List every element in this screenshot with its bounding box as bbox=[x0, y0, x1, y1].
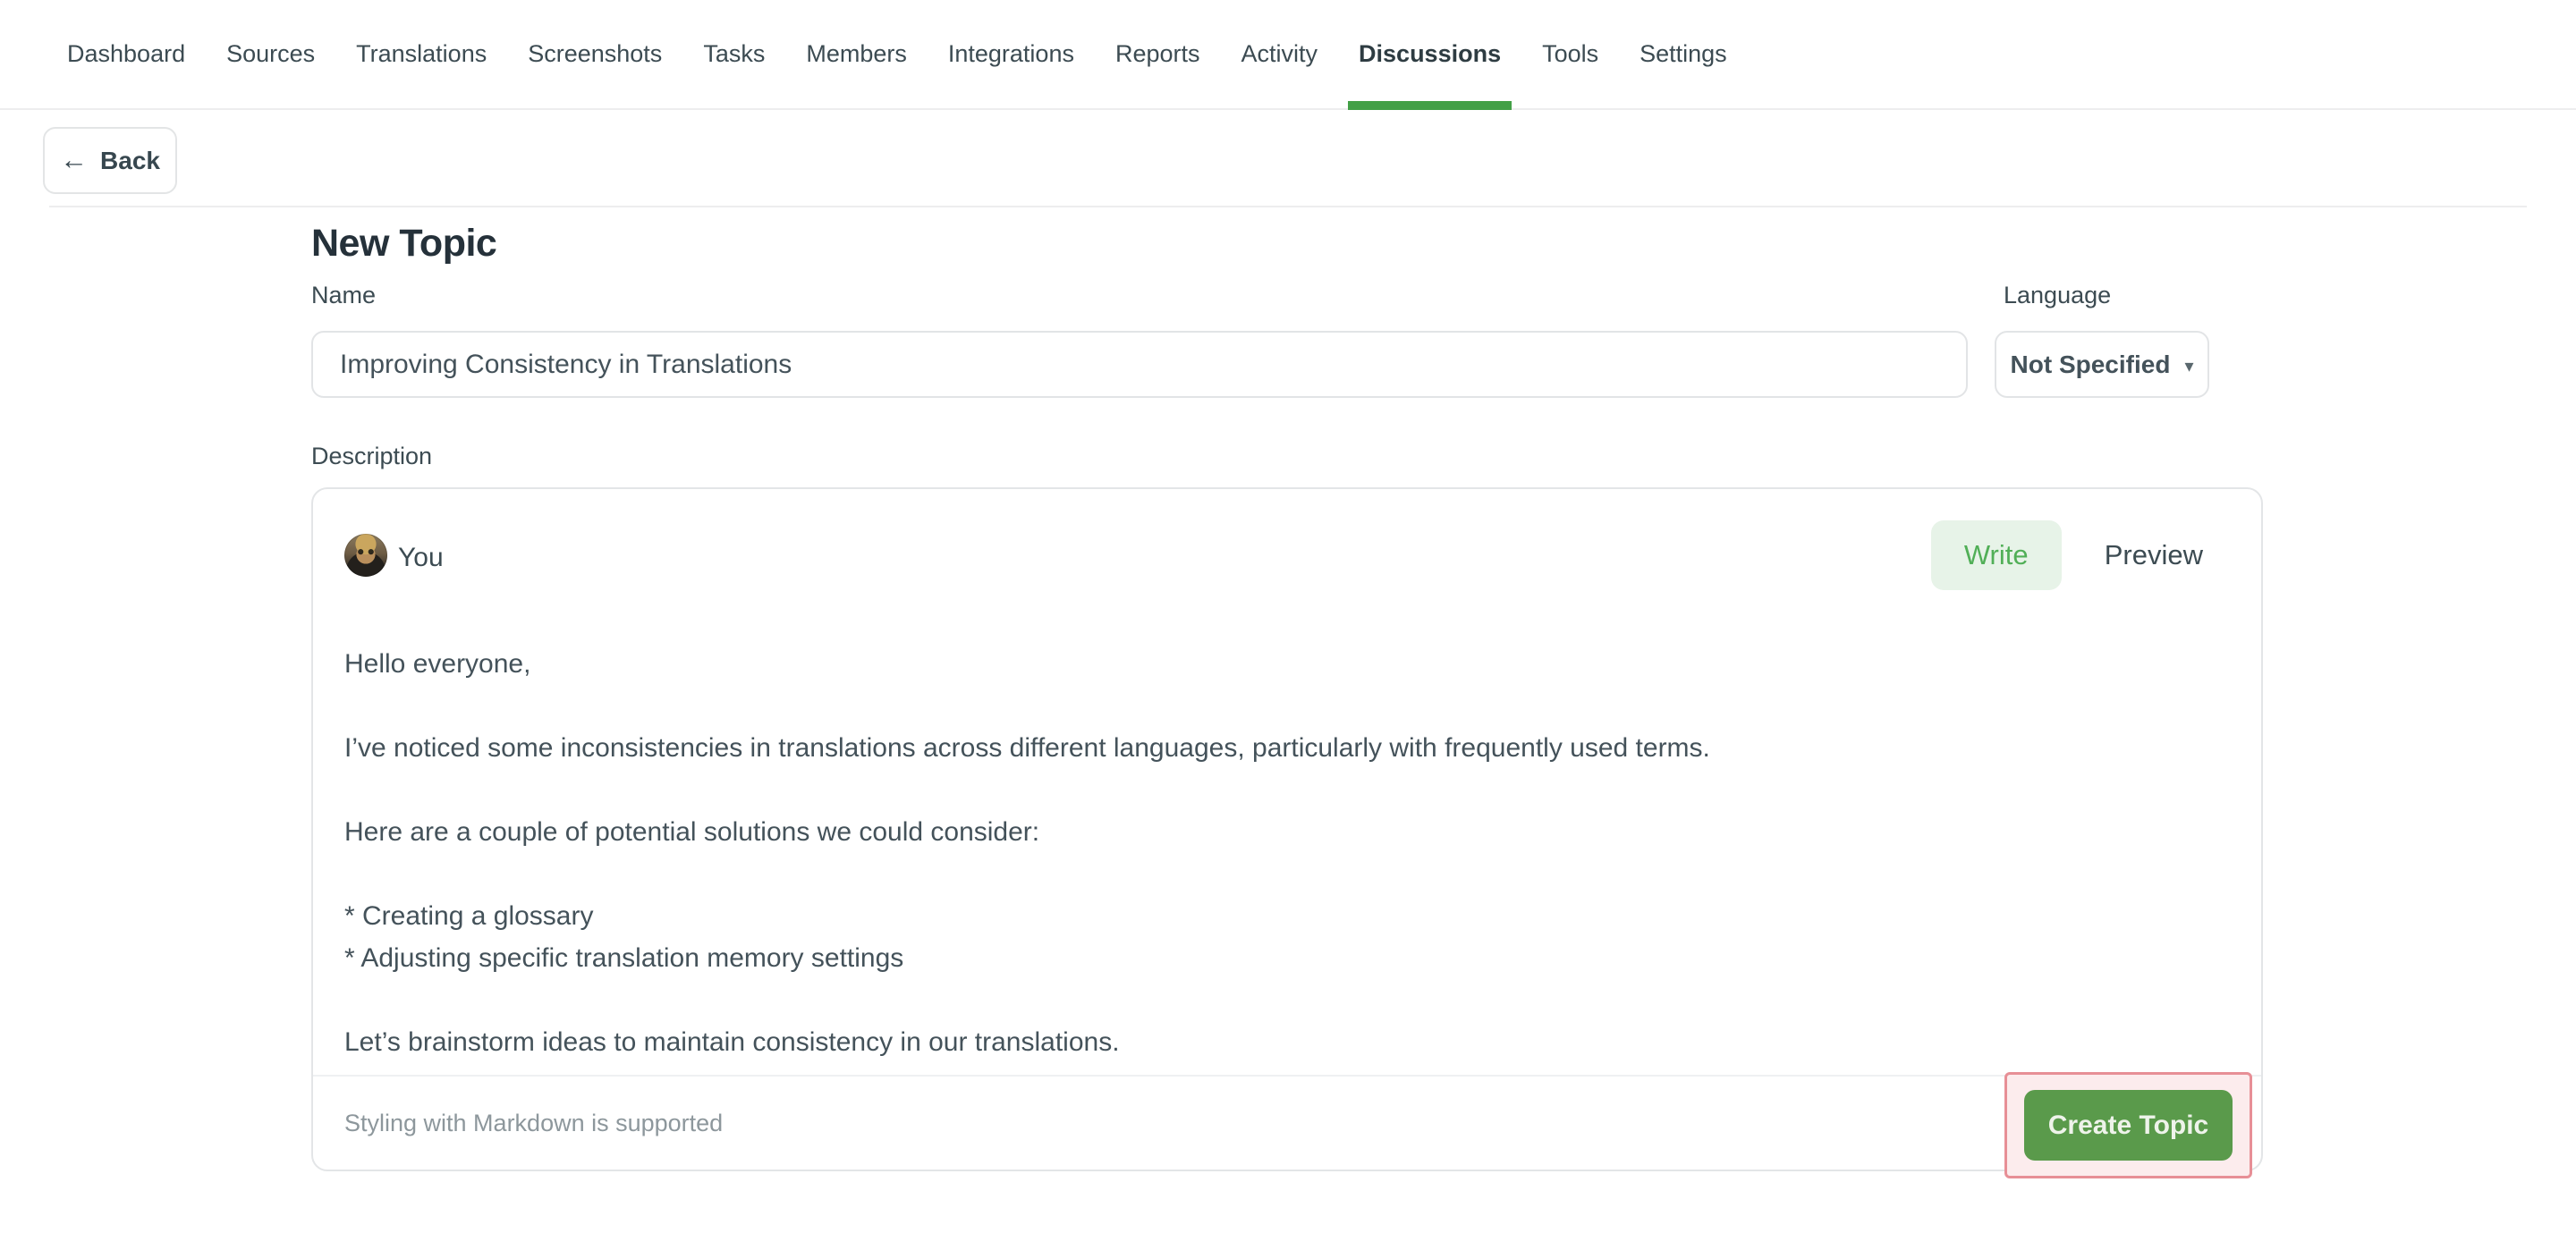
author-name: You bbox=[398, 543, 444, 573]
nav-item-dashboard[interactable]: Dashboard bbox=[56, 0, 196, 108]
description-line: * Adjusting specific translation memory … bbox=[344, 937, 2230, 979]
nav-item-members[interactable]: Members bbox=[795, 0, 918, 108]
nav-item-discussions[interactable]: Discussions bbox=[1348, 0, 1512, 108]
editor-header: You Write Preview bbox=[313, 489, 2261, 605]
description-textarea[interactable]: Hello everyone, I’ve noticed some incons… bbox=[313, 643, 2261, 1063]
editor-tabs: Write Preview bbox=[1931, 520, 2203, 590]
editor-footer: Styling with Markdown is supported bbox=[313, 1075, 2261, 1170]
nav-item-sources[interactable]: Sources bbox=[216, 0, 326, 108]
nav-item-tasks[interactable]: Tasks bbox=[692, 0, 775, 108]
nav-item-tools[interactable]: Tools bbox=[1531, 0, 1609, 108]
tab-write[interactable]: Write bbox=[1931, 520, 2062, 590]
page: Dashboard Sources Translations Screensho… bbox=[0, 0, 2576, 1250]
create-topic-button[interactable]: Create Topic bbox=[2024, 1090, 2233, 1161]
markdown-hint: Styling with Markdown is supported bbox=[344, 1110, 723, 1137]
topic-name-input[interactable] bbox=[311, 331, 1968, 398]
description-label: Description bbox=[311, 443, 432, 470]
chevron-down-icon: ▾ bbox=[2184, 355, 2193, 377]
description-line: Let’s brainstorm ideas to maintain consi… bbox=[344, 1021, 2230, 1063]
description-line: * Creating a glossary bbox=[344, 895, 2230, 937]
nav-item-screenshots[interactable]: Screenshots bbox=[517, 0, 673, 108]
back-arrow-icon: ← bbox=[60, 146, 88, 173]
tab-preview[interactable]: Preview bbox=[2105, 539, 2203, 571]
create-topic-highlight: Create Topic bbox=[2004, 1072, 2252, 1178]
back-button[interactable]: ← Back bbox=[43, 127, 177, 194]
language-dropdown[interactable]: Not Specified ▾ bbox=[1995, 331, 2209, 398]
description-line: I’ve noticed some inconsistencies in tra… bbox=[344, 727, 2230, 769]
language-dropdown-value: Not Specified bbox=[2011, 351, 2171, 379]
nav-item-reports[interactable]: Reports bbox=[1105, 0, 1211, 108]
nav-item-translations[interactable]: Translations bbox=[345, 0, 497, 108]
nav-item-settings[interactable]: Settings bbox=[1629, 0, 1738, 108]
back-label: Back bbox=[100, 147, 160, 175]
project-nav: Dashboard Sources Translations Screensho… bbox=[0, 0, 2576, 110]
description-line: Here are a couple of potential solutions… bbox=[344, 811, 2230, 853]
avatar bbox=[344, 534, 387, 577]
nav-item-activity[interactable]: Activity bbox=[1231, 0, 1329, 108]
description-editor-card: You Write Preview Hello everyone, I’ve n… bbox=[311, 487, 2263, 1171]
description-line: Hello everyone, bbox=[344, 643, 2230, 685]
language-label: Language bbox=[2004, 282, 2111, 309]
divider bbox=[49, 206, 2527, 207]
page-title: New Topic bbox=[311, 222, 2263, 266]
nav-item-integrations[interactable]: Integrations bbox=[937, 0, 1085, 108]
name-label: Name bbox=[311, 282, 376, 309]
new-topic-form: New Topic Name Language Not Specified ▾ … bbox=[311, 222, 2263, 266]
